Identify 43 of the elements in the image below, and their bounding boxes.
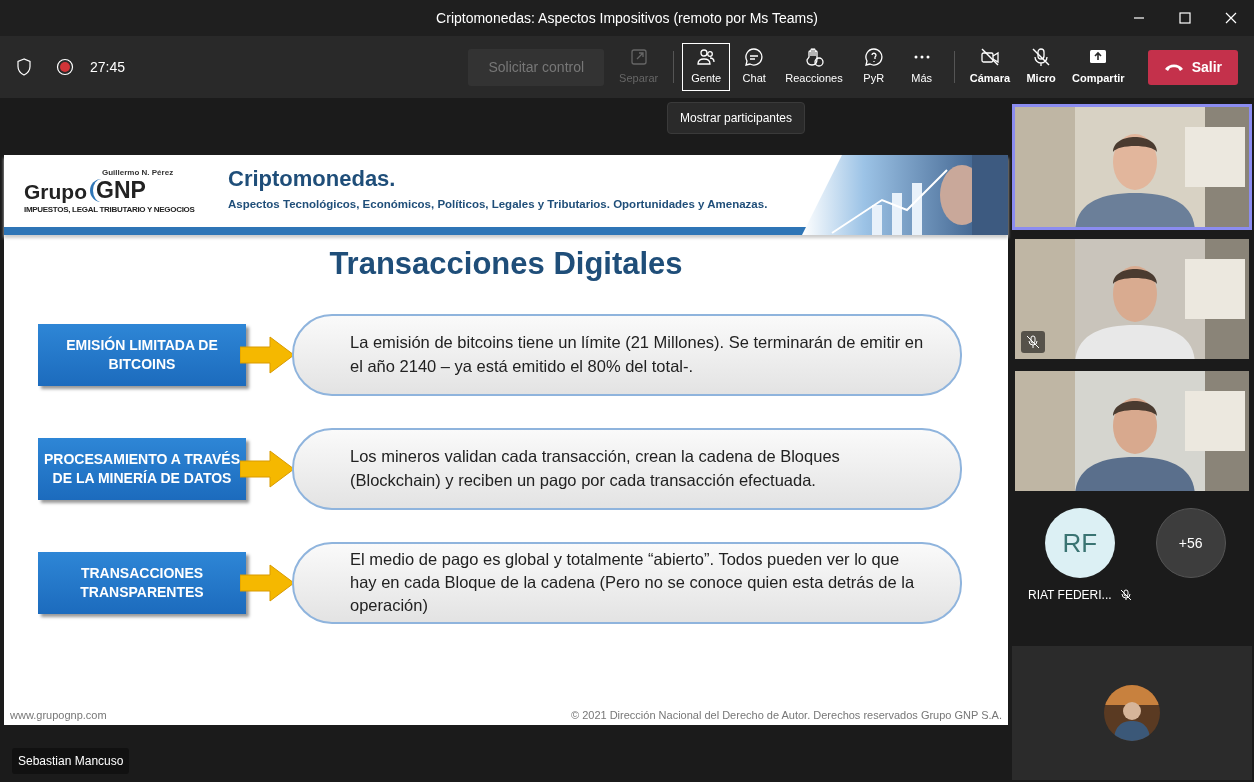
question-bubble-icon <box>863 47 884 68</box>
window-title: Criptomonedas: Aspectos Impositivos (remoto por Ms Teams) <box>436 8 818 28</box>
toolbar-button[interactable]: Compartir <box>1065 43 1132 91</box>
participant-name: RIAT FEDERI... <box>1028 587 1112 604</box>
presenter-name: Sebastian Mancuso <box>12 748 130 774</box>
slide-title: Criptomonedas. <box>228 168 397 191</box>
share-window-icon <box>628 47 649 68</box>
camera-icon <box>979 47 1000 68</box>
more-participants-button[interactable]: +56 <box>1155 508 1226 578</box>
toolbar-button[interactable]: Reacciones <box>778 43 850 91</box>
leave-button[interactable]: Salir <box>1147 49 1238 85</box>
label-box: TRANSACCIONES TRANSPARENTES <box>38 551 246 614</box>
toolbar-button[interactable]: Chat <box>730 43 779 91</box>
microphone-icon <box>1031 47 1052 68</box>
slide-subtitle: Aspectos Tecnológicos, Económicos, Políticos, Legales y Tributarios. Oportunidades y Amenazas. <box>228 197 768 213</box>
toolbar-button[interactable]: Micro <box>1017 43 1066 91</box>
toolbar-button[interactable]: Gente <box>682 43 731 91</box>
more-icon <box>913 55 930 60</box>
logo-brand: GNP <box>90 178 146 202</box>
toolbar-button[interactable]: PyR <box>849 43 898 91</box>
avatar: RF <box>1044 508 1115 578</box>
logo-tagline: IMPUESTOS, LEGAL TRIBUTARIO Y NEGOCIOS <box>24 203 194 216</box>
tooltip: Mostrar participantes <box>667 102 806 134</box>
statement-text: El medio de pago es global y totalmente “abierto”. Todos pueden ver lo que hay en cada Bloque de la cadena (Pero no se conoce quien esta detrás de la operación) <box>292 541 962 624</box>
phone-icon <box>1163 62 1184 72</box>
toolbar-button[interactable]: Más <box>897 43 946 91</box>
logo-word: Grupo <box>24 180 87 202</box>
people-icon <box>696 47 717 68</box>
statement-text: La emisión de bitcoins tiene un límite (21 Millones). Se terminarán de emitir en el año 2140 – ya está emitido el 80% del total-. <box>292 313 962 396</box>
hand-icon <box>803 47 824 68</box>
maximize-icon[interactable] <box>1178 11 1192 25</box>
logo-caption: Guillermo N. Pérez <box>102 166 175 179</box>
shield-icon <box>16 58 32 76</box>
slide-heading: Transacciones Digitales <box>328 245 684 283</box>
timer: 27:45 <box>90 57 126 77</box>
label-box: EMISIÓN LIMITADA DE BITCOINS <box>38 323 246 386</box>
chat-icon <box>744 47 765 68</box>
label-box: PROCESAMIENTO A TRAVÉS DE LA MINERÍA DE DATOS <box>38 437 246 500</box>
copyright-text: © 2021 Dirección Nacional del Derecho de Autor. Derechos reservados Grupo GNP S.A. <box>571 707 1002 723</box>
toolbar-button[interactable]: Cámara <box>962 43 1018 91</box>
website-text: www.grupognp.com <box>10 707 107 723</box>
close-icon[interactable] <box>1224 11 1238 25</box>
statement-text: Los mineros validan cada transacción, crean la cadena de Bloques (Blockchain) y reciben un pago por cada transacción efectuada. <box>292 427 962 510</box>
